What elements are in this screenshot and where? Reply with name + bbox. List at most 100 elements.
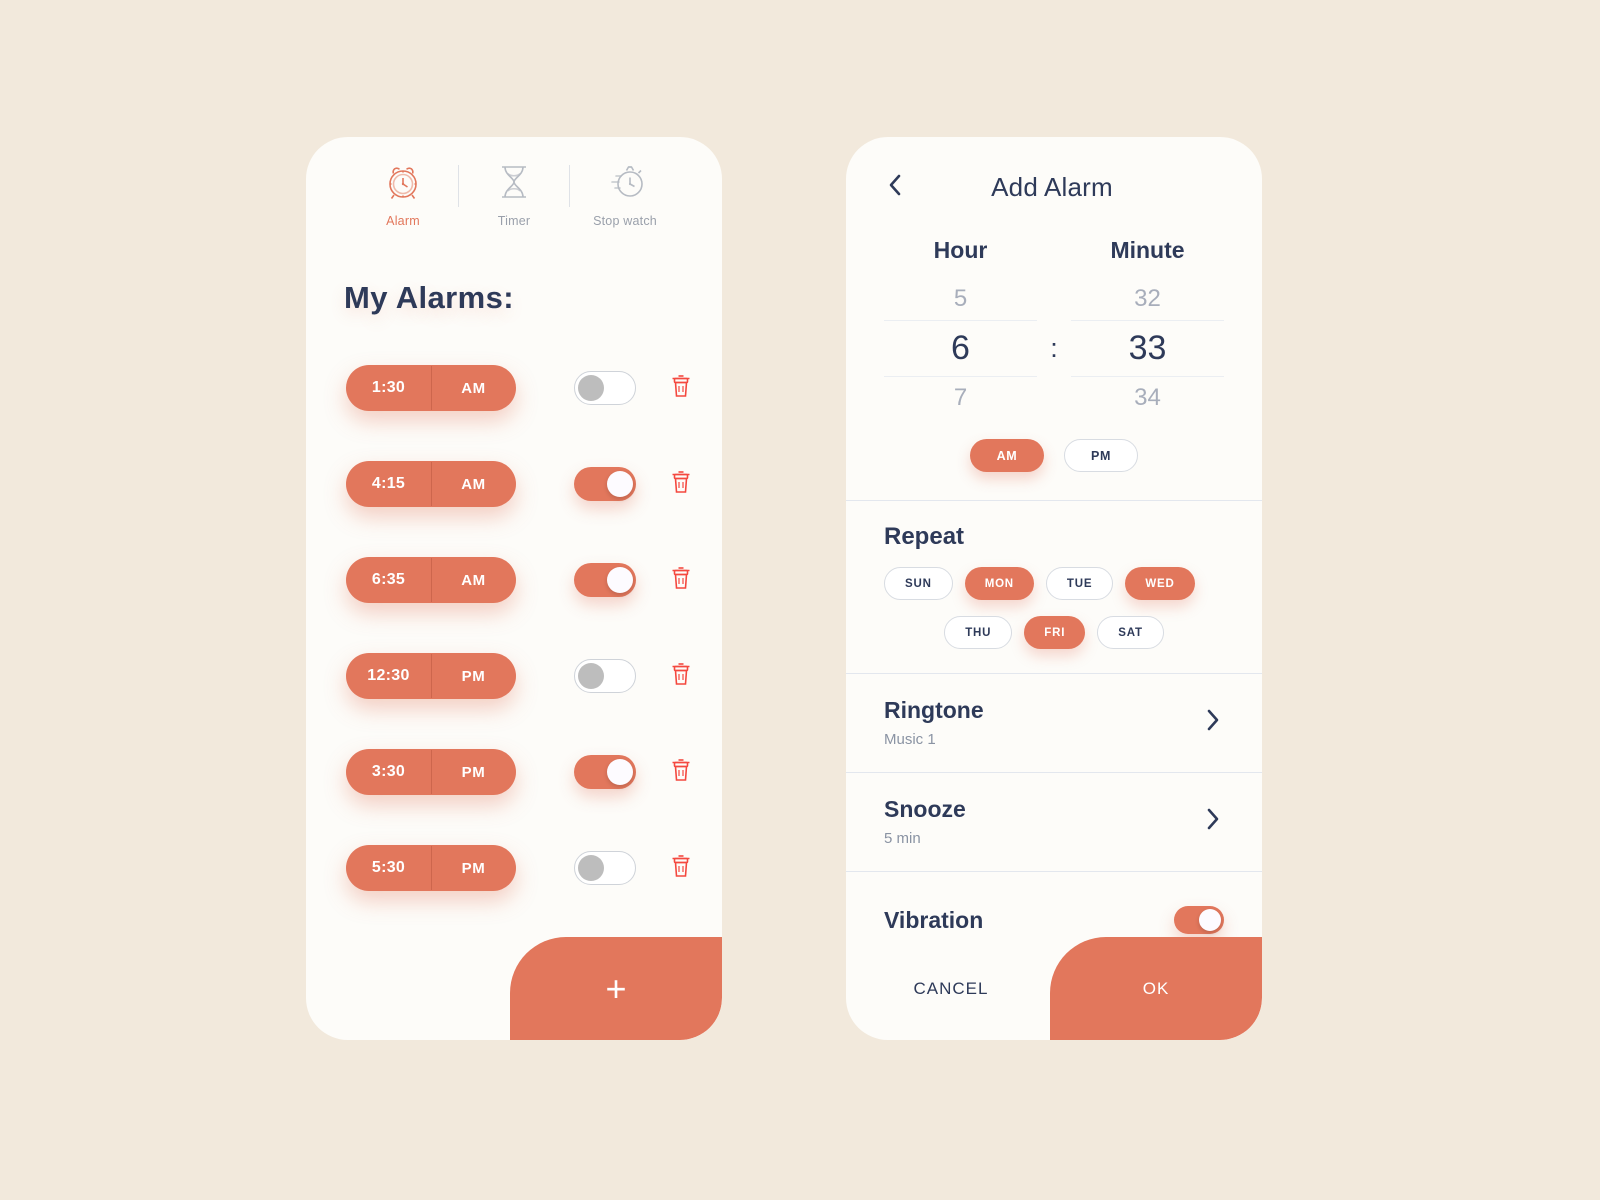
day-row-1: SUN MON TUE WED <box>884 567 1224 600</box>
alarm-time: 12:30 <box>367 667 410 684</box>
hour-selected[interactable]: 6 <box>884 320 1037 377</box>
chevron-right-icon[interactable] <box>1202 804 1224 839</box>
repeat-section: Repeat SUN MON TUE WED THU FRI SAT <box>846 501 1262 673</box>
alarm-toggle[interactable] <box>574 755 636 789</box>
cancel-button[interactable]: CANCEL <box>846 937 1056 1040</box>
hour-prev[interactable]: 5 <box>884 278 1037 320</box>
chevron-right-icon[interactable] <box>1202 705 1224 740</box>
snooze-row[interactable]: Snooze 5 min <box>846 773 1262 871</box>
alarm-list: 1:30 AM 4:15 AM 6:35 AM 12:30 PM 3:30 PM… <box>306 340 722 916</box>
ringtone-text: Ringtone Music 1 <box>884 697 1202 748</box>
trash-icon[interactable] <box>670 373 692 404</box>
alarm-meridiem: AM <box>461 571 486 589</box>
alarm-time: 1:30 <box>371 379 406 396</box>
page-title: Add Alarm <box>991 171 1113 202</box>
hour-column[interactable]: 5 6 7 <box>884 278 1037 419</box>
day-chip-wed[interactable]: WED <box>1125 567 1195 600</box>
toggle-knob <box>1199 909 1221 931</box>
snooze-value: 5 min <box>884 829 921 847</box>
day-chip-mon[interactable]: MON <box>964 567 1034 600</box>
vibration-label: Vibration <box>884 906 984 933</box>
snooze-text: Snooze 5 min <box>884 796 1202 847</box>
alarm-row: 12:30 PM <box>306 628 722 724</box>
repeat-title: Repeat <box>884 523 965 550</box>
add-alarm-button[interactable]: + <box>510 937 722 1040</box>
pill-divider <box>431 366 432 410</box>
alarm-time: 6:35 <box>371 571 406 588</box>
alarm-time: 3:30 <box>371 763 406 780</box>
pill-divider <box>431 750 432 794</box>
alarm-time-pill[interactable]: 4:15 AM <box>346 461 516 507</box>
plus-icon: + <box>605 967 627 1009</box>
alarm-toggle[interactable] <box>574 371 636 405</box>
day-chip-fri[interactable]: FRI <box>1024 616 1086 649</box>
trash-icon[interactable] <box>670 469 692 500</box>
pm-button[interactable]: PM <box>1064 439 1138 472</box>
alarm-time-pill[interactable]: 3:30 PM <box>346 749 516 795</box>
day-chip-tue[interactable]: TUE <box>1045 567 1114 600</box>
hour-next[interactable]: 7 <box>884 377 1037 419</box>
alarm-toggle[interactable] <box>574 851 636 885</box>
tab-label-alarm: Alarm <box>386 214 420 228</box>
chevron-left-icon[interactable] <box>884 170 906 205</box>
minute-column[interactable]: 32 33 34 <box>1071 278 1224 419</box>
stopwatch-icon <box>602 159 648 205</box>
pill-divider <box>431 654 432 698</box>
minute-selected[interactable]: 33 <box>1071 320 1224 377</box>
picker-headers: Hour Minute <box>884 237 1224 264</box>
day-row-2: THU FRI SAT <box>884 616 1224 649</box>
day-chip-sat[interactable]: SAT <box>1097 616 1164 649</box>
alarm-time-pill[interactable]: 12:30 PM <box>346 653 516 699</box>
tab-stopwatch[interactable]: Stop watch <box>570 159 680 228</box>
tab-timer[interactable]: Timer <box>459 159 569 228</box>
add-alarm-screen: Add Alarm Hour Minute 5 6 7 : 32 33 34 A… <box>846 137 1262 1040</box>
trash-icon[interactable] <box>670 853 692 884</box>
minute-next[interactable]: 34 <box>1071 377 1224 419</box>
trash-icon[interactable] <box>670 565 692 596</box>
toggle-knob <box>578 855 604 881</box>
toggle-knob <box>607 567 633 593</box>
trash-icon[interactable] <box>670 661 692 692</box>
header: Add Alarm <box>846 137 1262 237</box>
alarm-time-pill[interactable]: 1:30 AM <box>346 365 516 411</box>
time-picker: Hour Minute 5 6 7 : 32 33 34 AM PM <box>846 237 1262 500</box>
day-chip-thu[interactable]: THU <box>944 616 1013 649</box>
alarm-meridiem: PM <box>461 763 486 781</box>
tab-alarm[interactable]: Alarm <box>348 159 458 228</box>
ringtone-row[interactable]: Ringtone Music 1 <box>846 674 1262 772</box>
ok-button[interactable]: OK <box>1050 937 1262 1040</box>
alarm-meridiem: PM <box>461 859 486 877</box>
time-separator: : <box>1050 333 1058 363</box>
alarm-toggle[interactable] <box>574 563 636 597</box>
alarm-toggle[interactable] <box>574 659 636 693</box>
alarm-meridiem: AM <box>461 379 486 397</box>
alarm-row: 4:15 AM <box>306 436 722 532</box>
alarm-meridiem: AM <box>461 475 486 493</box>
alarm-row: 1:30 AM <box>306 340 722 436</box>
toggle-knob <box>607 471 633 497</box>
tab-label-timer: Timer <box>497 214 531 228</box>
alarm-time-pill[interactable]: 5:30 PM <box>346 845 516 891</box>
ok-label: OK <box>1142 978 1170 998</box>
footer-actions: CANCEL OK <box>846 937 1262 1040</box>
pill-divider <box>431 462 432 506</box>
ringtone-label: Ringtone <box>884 696 984 723</box>
day-chip-sun[interactable]: SUN <box>884 567 953 600</box>
am-button[interactable]: AM <box>970 439 1044 472</box>
pill-divider <box>431 558 432 602</box>
alarm-time: 5:30 <box>371 859 406 876</box>
alarm-row: 3:30 PM <box>306 724 722 820</box>
vibration-toggle[interactable] <box>1174 906 1224 934</box>
meridiem-selector: AM PM <box>884 439 1224 472</box>
alarm-toggle[interactable] <box>574 467 636 501</box>
alarm-meridiem: PM <box>461 667 486 685</box>
tab-bar: Alarm Timer Stop watch <box>306 137 722 228</box>
hourglass-icon <box>494 159 534 205</box>
alarm-time: 4:15 <box>371 475 406 492</box>
trash-icon[interactable] <box>670 757 692 788</box>
alarm-row: 5:30 PM <box>306 820 722 916</box>
minute-prev[interactable]: 32 <box>1071 278 1224 320</box>
ringtone-value: Music 1 <box>884 730 936 748</box>
alarm-list-screen: Alarm Timer Stop watch My Alarms: 1:30 A… <box>306 137 722 1040</box>
alarm-time-pill[interactable]: 6:35 AM <box>346 557 516 603</box>
